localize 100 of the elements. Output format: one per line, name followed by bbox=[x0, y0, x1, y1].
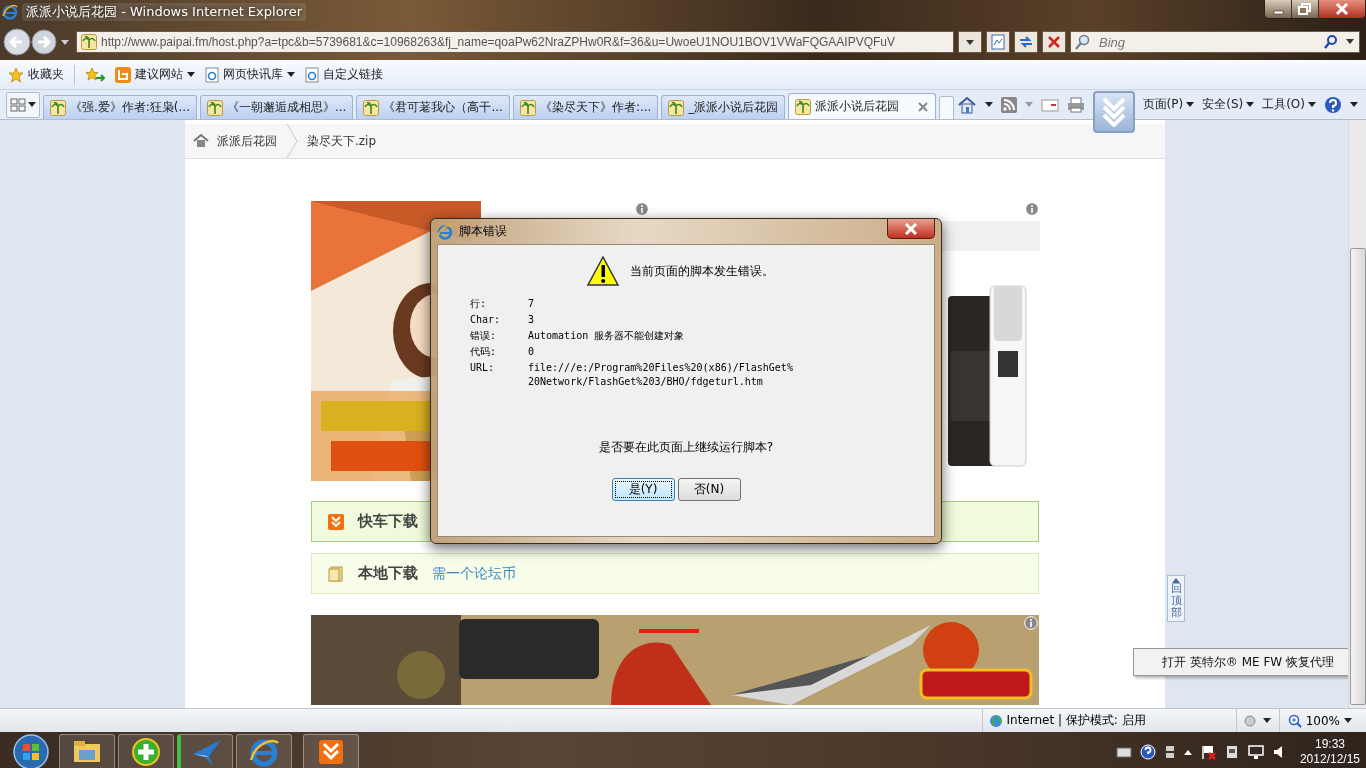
taskbar-button[interactable] bbox=[118, 734, 174, 768]
refresh-icon bbox=[1018, 34, 1034, 50]
stop-button[interactable] bbox=[1042, 31, 1066, 53]
dialog-button[interactable]: 否(N) bbox=[677, 478, 741, 501]
refresh-button[interactable] bbox=[1014, 31, 1038, 53]
close-icon bbox=[904, 222, 918, 235]
dialog-title: 脚本错误 bbox=[459, 223, 507, 240]
caret-icon[interactable] bbox=[1350, 102, 1358, 107]
quick-tabs-icon bbox=[10, 97, 26, 112]
error-message: 当前页面的脚本发生错误。 bbox=[630, 262, 774, 280]
caret-icon[interactable] bbox=[1308, 102, 1316, 107]
star-icon[interactable] bbox=[8, 66, 24, 83]
zoom-level[interactable]: 100% bbox=[1305, 713, 1340, 728]
forum-coin-link[interactable]: 需一个论坛币 bbox=[432, 564, 516, 583]
caret-icon[interactable] bbox=[287, 72, 295, 77]
help-icon[interactable] bbox=[1139, 744, 1156, 760]
browser-tab[interactable]: 《强.爱》作者:狂枭(... bbox=[43, 95, 197, 119]
favorites-link[interactable]: 建议网站 bbox=[135, 66, 183, 83]
home-icon[interactable] bbox=[956, 95, 977, 114]
palm-icon bbox=[207, 99, 223, 116]
printer-icon[interactable] bbox=[1066, 96, 1085, 113]
caret-icon[interactable] bbox=[1345, 39, 1355, 45]
info-icon bbox=[1024, 616, 1038, 630]
caret-icon[interactable] bbox=[1183, 749, 1192, 755]
back-to-top-button[interactable]: 回顶部 bbox=[1167, 575, 1185, 623]
clock[interactable]: 19:33 2012/12/15 bbox=[1299, 737, 1360, 767]
security-zone: Internet | 保护模式: 启用 bbox=[1006, 712, 1146, 729]
search-input[interactable]: Bing bbox=[1097, 33, 1317, 51]
minimize-icon[interactable] bbox=[1265, 0, 1291, 18]
back-icon[interactable] bbox=[2, 27, 32, 57]
close-button[interactable] bbox=[887, 219, 935, 239]
favorites-link[interactable]: 自定义链接 bbox=[323, 66, 383, 83]
search-icon bbox=[1075, 34, 1091, 50]
search-field[interactable]: Bing bbox=[1070, 31, 1360, 53]
close-icon[interactable] bbox=[1318, 0, 1365, 18]
download-title: 本地下载 bbox=[358, 564, 418, 583]
command-menu[interactable]: 安全(S) bbox=[1202, 96, 1244, 113]
caret-icon[interactable] bbox=[58, 38, 72, 46]
browser-tab[interactable]: _派派小说后花园 bbox=[661, 95, 786, 119]
caret-icon[interactable] bbox=[28, 102, 36, 107]
caret-icon[interactable] bbox=[1186, 102, 1195, 107]
breadcrumb-link[interactable]: 派派后花园 bbox=[217, 132, 277, 150]
browser-tab[interactable]: 《一朝邂逅成相思》... bbox=[200, 95, 354, 119]
plus-icon bbox=[130, 736, 162, 768]
taskbar-button[interactable] bbox=[303, 734, 359, 768]
address-dropdown[interactable] bbox=[958, 31, 982, 53]
caret-icon[interactable] bbox=[1246, 102, 1255, 107]
close-icon bbox=[1047, 35, 1061, 49]
field-value: 0 bbox=[528, 345, 536, 359]
favorites-button[interactable]: 收藏夹 bbox=[28, 66, 64, 83]
help-icon[interactable] bbox=[1324, 95, 1342, 114]
caret-icon[interactable] bbox=[187, 72, 195, 77]
command-menu[interactable]: 页面(P) bbox=[1142, 96, 1184, 113]
caret-icon[interactable] bbox=[1344, 718, 1352, 723]
palm-icon bbox=[363, 99, 380, 116]
field-label: Char: bbox=[470, 313, 502, 327]
download-title: 快车下载 bbox=[358, 512, 418, 531]
ie-page-icon bbox=[205, 66, 219, 83]
caret-icon[interactable] bbox=[1262, 718, 1271, 723]
bing-icon bbox=[115, 66, 131, 83]
breadcrumb-current: 染尽天下.zip bbox=[307, 132, 377, 150]
feed-icon[interactable] bbox=[1000, 96, 1017, 113]
field-label: 代码: bbox=[470, 345, 498, 359]
taskbar-button[interactable] bbox=[59, 734, 115, 768]
palm-icon bbox=[81, 34, 97, 50]
scrollbar-thumb[interactable] bbox=[1350, 248, 1366, 705]
ie-icon bbox=[437, 223, 453, 240]
ie-page-icon bbox=[305, 66, 319, 83]
command-menu[interactable]: 工具(O) bbox=[1262, 96, 1305, 113]
palm-icon bbox=[50, 99, 66, 116]
taskbar-button[interactable] bbox=[236, 734, 292, 768]
zoom-icon bbox=[1287, 713, 1302, 728]
taskbar-button[interactable] bbox=[177, 734, 233, 768]
flashget-button[interactable] bbox=[1092, 90, 1135, 133]
browser-tab[interactable]: 《君可荖我心（高干... bbox=[356, 95, 510, 119]
compatibility-button[interactable] bbox=[986, 31, 1010, 53]
flag-icon[interactable] bbox=[1199, 744, 1216, 760]
add-favorite-icon[interactable] bbox=[85, 66, 105, 83]
field-value: 7 bbox=[528, 297, 536, 311]
globe-icon bbox=[988, 713, 1003, 728]
restore-icon[interactable] bbox=[1291, 0, 1318, 18]
monitor-icon[interactable] bbox=[1247, 744, 1264, 760]
caret-icon[interactable] bbox=[966, 39, 974, 45]
palm-icon bbox=[668, 99, 685, 116]
search-icon[interactable] bbox=[1323, 34, 1339, 50]
palm-icon bbox=[795, 98, 812, 115]
address-field[interactable]: http://www.paipai.fm/host.php?a=tpc&b=5739681&c=10968263&fj_name=qoaPw62NraZPHw0R&f=36&u=UwoeU1NOU1BOV1VWaFQGAAIPVQFuV bbox=[76, 31, 954, 53]
download-arrows-icon bbox=[1100, 96, 1127, 127]
forward-icon[interactable] bbox=[30, 28, 58, 56]
browser-tab[interactable]: 《染尽天下》作者:... bbox=[512, 95, 659, 119]
caret-icon[interactable] bbox=[984, 102, 993, 107]
home-icon[interactable] bbox=[193, 134, 209, 148]
favorites-link[interactable]: 网页快讯库 bbox=[223, 66, 283, 83]
dialog-button[interactable]: 是(Y) bbox=[611, 478, 675, 501]
scrollbar[interactable] bbox=[1348, 120, 1366, 708]
download-arrows-icon bbox=[328, 513, 344, 530]
quick-tabs-button[interactable] bbox=[6, 91, 40, 118]
browser-tab[interactable]: 派派小说后花园 bbox=[788, 93, 937, 119]
caret-icon bbox=[1172, 578, 1180, 583]
info-icon bbox=[1025, 202, 1039, 216]
